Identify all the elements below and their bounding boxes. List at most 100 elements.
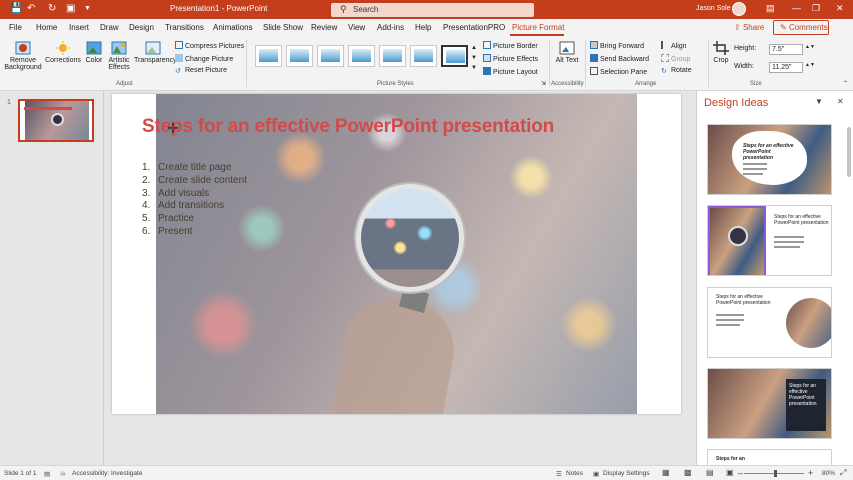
design-idea-4[interactable]: Steps for an effective PowerPoint presen… bbox=[707, 368, 832, 439]
customize-qat-icon[interactable]: ▼ bbox=[84, 5, 91, 12]
compress-pictures-button[interactable]: Compress Pictures bbox=[175, 41, 244, 50]
tab-add-ins[interactable]: Add-ins bbox=[377, 23, 404, 32]
picture-effects-button[interactable]: Picture Effects bbox=[483, 54, 538, 63]
picture-style-5[interactable] bbox=[379, 45, 406, 67]
notes-button[interactable]: Notes bbox=[566, 470, 583, 477]
color-button[interactable]: Color bbox=[83, 41, 105, 64]
idea-line bbox=[743, 168, 767, 170]
tab-slide-show[interactable]: Slide Show bbox=[263, 23, 303, 32]
slide-show-icon[interactable]: ▣ bbox=[726, 468, 734, 477]
collapse-ribbon-icon[interactable]: ⌃ bbox=[843, 80, 848, 87]
present-icon[interactable]: ▣ bbox=[66, 3, 75, 14]
remove-background-button[interactable]: Remove Background bbox=[3, 41, 43, 71]
comments-button[interactable]: ✎ Comments bbox=[773, 20, 829, 35]
redo-icon[interactable]: ↻ bbox=[48, 3, 56, 14]
normal-view-icon[interactable]: ▦ bbox=[662, 468, 670, 477]
tab-home[interactable]: Home bbox=[36, 23, 57, 32]
rotate-button[interactable]: ↻ Rotate bbox=[661, 67, 692, 75]
picture-style-1[interactable] bbox=[255, 45, 282, 67]
tab-transitions[interactable]: Transitions bbox=[165, 23, 204, 32]
design-idea-3[interactable]: Steps for an effective PowerPoint presen… bbox=[707, 287, 832, 358]
picture-style-3[interactable] bbox=[317, 45, 344, 67]
zoom-out-icon[interactable]: – bbox=[738, 468, 743, 478]
minimize-icon[interactable]: — bbox=[792, 3, 801, 13]
height-spinner-icon[interactable]: ▲▼ bbox=[805, 44, 815, 50]
alt-text-button[interactable]: Alt Text bbox=[553, 41, 581, 64]
styles-scroll-down-icon[interactable]: ▼ bbox=[471, 55, 477, 61]
zoom-slider-thumb[interactable] bbox=[774, 470, 777, 477]
group-button[interactable]: Group bbox=[661, 54, 690, 63]
avatar[interactable] bbox=[732, 2, 746, 16]
restore-icon[interactable]: ❐ bbox=[812, 3, 820, 14]
spelling-icon[interactable]: ▤ bbox=[44, 470, 50, 478]
corrections-button[interactable]: Corrections bbox=[45, 41, 81, 64]
height-input[interactable]: 7.5" bbox=[769, 44, 803, 55]
picture-style-6[interactable] bbox=[410, 45, 437, 67]
styles-more-icon[interactable]: ▼ bbox=[471, 65, 477, 71]
styles-dialog-launcher-icon[interactable]: ⇲ bbox=[541, 80, 546, 87]
slide-sorter-icon[interactable]: ▩ bbox=[684, 468, 692, 477]
tab-animations[interactable]: Animations bbox=[213, 23, 253, 32]
pane-close-icon[interactable]: ✕ bbox=[837, 97, 844, 106]
design-idea-1[interactable]: Steps for an effective PowerPoint presen… bbox=[707, 124, 832, 195]
city-lights-picture[interactable] bbox=[156, 94, 637, 414]
tab-review[interactable]: Review bbox=[311, 23, 337, 32]
change-picture-label: Change Picture bbox=[185, 56, 234, 63]
tab-file[interactable]: File bbox=[9, 23, 22, 32]
list-text: Present bbox=[158, 225, 193, 237]
picture-border-button[interactable]: Picture Border bbox=[483, 41, 538, 50]
tab-view[interactable]: View bbox=[348, 23, 365, 32]
accessibility-status[interactable]: Accessibility: Investigate bbox=[72, 470, 142, 477]
display-settings-button[interactable]: Display Settings bbox=[603, 470, 650, 477]
share-button[interactable]: ⇪ Share bbox=[734, 20, 766, 35]
slide-title[interactable]: Steps for an effective PowerPoint presen… bbox=[142, 116, 554, 138]
picture-style-2[interactable] bbox=[286, 45, 313, 67]
tab-help[interactable]: Help bbox=[415, 23, 431, 32]
search-box[interactable]: ⚲ Search bbox=[331, 3, 534, 17]
height-label: Height: bbox=[734, 45, 757, 52]
artistic-effects-button[interactable]: Artistic Effects bbox=[106, 41, 132, 71]
selection-pane-button[interactable]: Selection Pane bbox=[590, 67, 647, 76]
pane-scrollbar[interactable] bbox=[847, 127, 851, 177]
design-idea-2[interactable]: Steps for an effective PowerPoint presen… bbox=[707, 205, 832, 276]
change-picture-button[interactable]: Change Picture bbox=[175, 54, 233, 63]
slide-thumbnail[interactable] bbox=[18, 99, 94, 142]
zoom-in-icon[interactable]: + bbox=[808, 468, 813, 478]
width-input[interactable]: 11.25" bbox=[769, 62, 803, 73]
tab-design[interactable]: Design bbox=[129, 23, 154, 32]
align-button[interactable]: Align bbox=[661, 41, 687, 50]
tab-picture-format[interactable]: Picture Format bbox=[512, 23, 564, 32]
styles-scroll-up-icon[interactable]: ▲ bbox=[471, 45, 477, 51]
style-preview bbox=[414, 49, 433, 62]
design-idea-5[interactable]: Steps for an bbox=[707, 449, 832, 465]
move-cursor-icon: ✛ bbox=[167, 120, 179, 136]
tab-draw[interactable]: Draw bbox=[100, 23, 119, 32]
save-icon[interactable]: 💾 bbox=[10, 3, 22, 14]
transparency-button[interactable]: Transparency bbox=[134, 41, 177, 64]
slide-bullet-list[interactable]: 1. Create title page 2. Create slide conte… bbox=[142, 162, 247, 239]
picture-border-icon bbox=[483, 41, 491, 49]
reading-view-icon[interactable]: ▤ bbox=[706, 468, 714, 477]
picture-layout-button[interactable]: Picture Layout bbox=[483, 67, 538, 76]
bring-forward-button[interactable]: Bring Forward bbox=[590, 41, 644, 50]
send-backward-button[interactable]: Send Backward bbox=[590, 54, 649, 63]
fit-to-window-icon[interactable]: ⤢ bbox=[840, 468, 846, 478]
list-text: Practice bbox=[158, 213, 195, 225]
width-spinner-icon[interactable]: ▲▼ bbox=[805, 62, 815, 68]
zoom-level[interactable]: 80% bbox=[822, 470, 835, 477]
tab-insert[interactable]: Insert bbox=[69, 23, 89, 32]
idea-line bbox=[716, 314, 744, 316]
tab-presentationpro[interactable]: PresentationPRO bbox=[443, 23, 505, 32]
picture-style-4[interactable] bbox=[348, 45, 375, 67]
close-icon[interactable]: ✕ bbox=[836, 3, 844, 14]
reset-picture-button[interactable]: ↺ Reset Picture bbox=[175, 67, 227, 75]
picture-style-7[interactable] bbox=[441, 45, 468, 67]
style-preview bbox=[383, 49, 402, 62]
ribbon-display-icon[interactable]: ▤ bbox=[766, 3, 775, 14]
crop-button[interactable]: Crop bbox=[711, 41, 731, 64]
user-name[interactable]: Jason Sole bbox=[696, 5, 731, 12]
undo-icon[interactable]: ↶ bbox=[27, 3, 35, 14]
pane-options-icon[interactable]: ▼ bbox=[815, 97, 823, 106]
slide-canvas[interactable]: Steps for an effective PowerPoint presen… bbox=[112, 94, 681, 414]
crop-icon bbox=[713, 41, 729, 55]
